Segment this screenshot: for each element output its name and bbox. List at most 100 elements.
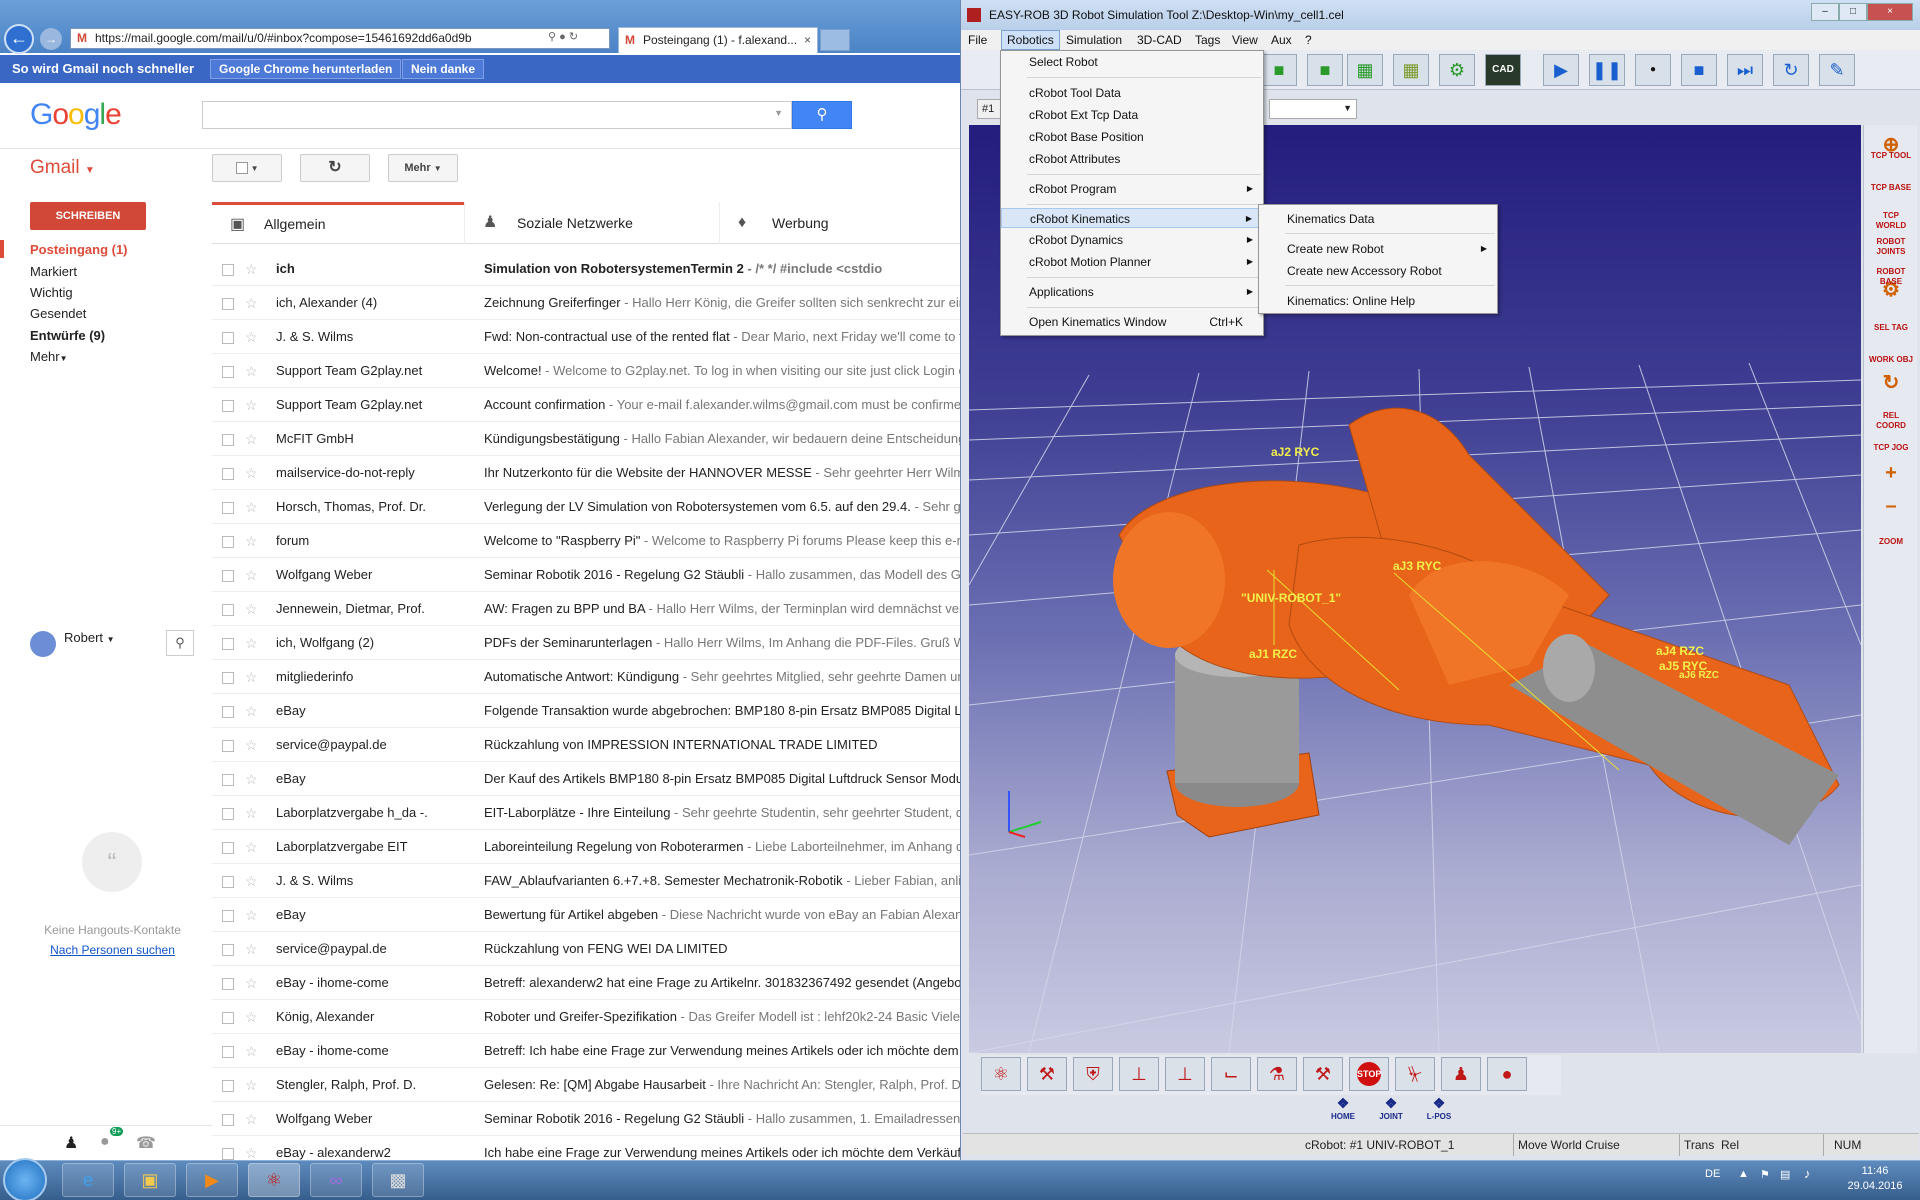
star-icon[interactable]: ☆ — [245, 830, 258, 863]
star-icon[interactable]: ☆ — [245, 966, 258, 999]
forward-button[interactable]: → — [40, 28, 62, 50]
stop-sign-icon[interactable]: STOP — [1349, 1057, 1389, 1091]
compose-button[interactable]: SCHREIBEN — [30, 202, 146, 230]
menu-item-motion-planner[interactable]: cRobot Motion Planner ▶ — [1001, 252, 1263, 272]
table-row[interactable]: ☆ König, Alexander Roboter und Greifer-Spe… — [212, 1000, 960, 1034]
plus-icon[interactable]: + — [1868, 463, 1914, 483]
row-checkbox[interactable] — [222, 672, 234, 684]
row-checkbox[interactable] — [222, 570, 234, 582]
right-panel-button[interactable]: SEL TAG — [1868, 323, 1914, 333]
nav-more[interactable]: Mehr▼ — [30, 349, 68, 364]
table-row[interactable]: ☆ Jennewein, Dietmar, Prof. AW: Fragen zu … — [212, 592, 960, 626]
cad-icon[interactable]: CAD — [1485, 54, 1521, 86]
row-checkbox[interactable] — [222, 706, 234, 718]
star-icon[interactable]: ☆ — [245, 320, 258, 353]
new-tab-button[interactable] — [820, 29, 850, 51]
star-icon[interactable]: ☆ — [245, 388, 258, 421]
robot-arm-icon[interactable]: ⚛ — [981, 1057, 1021, 1091]
star-icon[interactable]: ☆ — [245, 660, 258, 693]
close-tab-icon[interactable]: × — [804, 28, 811, 52]
table-row[interactable]: ☆ eBay Bewertung für Artikel abgeben - Die… — [212, 898, 960, 932]
row-checkbox[interactable] — [222, 1080, 234, 1092]
cube-green-icon[interactable]: ■ — [1261, 54, 1297, 86]
star-icon[interactable]: ☆ — [245, 1000, 258, 1033]
star-icon[interactable]: ☆ — [245, 490, 258, 523]
coord-icon[interactable]: ↻ — [1868, 373, 1914, 393]
nav-important[interactable]: Wichtig — [30, 285, 73, 300]
row-checkbox[interactable] — [222, 400, 234, 412]
table-row[interactable]: ☆ Wolfgang Weber Seminar Robotik 2016 - Re… — [212, 558, 960, 592]
row-checkbox[interactable] — [222, 366, 234, 378]
hangouts-chat-icon[interactable]: ● — [100, 1133, 110, 1151]
start-button[interactable] — [3, 1158, 47, 1200]
tab-primary[interactable]: ▣ Allgemein — [212, 202, 464, 244]
clock[interactable]: 11:46 29.04.2016 — [1840, 1164, 1910, 1194]
robot-icon[interactable]: ⚙ — [1439, 54, 1475, 86]
grid-icon[interactable]: ▦ — [1347, 54, 1383, 86]
row-checkbox[interactable] — [222, 536, 234, 548]
table-row[interactable]: ☆ McFIT GmbH Kündigungsbestätigung - Hallo… — [212, 422, 960, 456]
right-panel-button[interactable]: ROBOT BASE — [1868, 267, 1914, 287]
ie-taskbar-button[interactable]: e — [62, 1163, 114, 1197]
row-checkbox[interactable] — [222, 434, 234, 446]
network-icon[interactable]: ▤ — [1780, 1168, 1790, 1181]
table-row[interactable]: ☆ Support Team G2play.net Welcome! - Welco… — [212, 354, 960, 388]
close-button[interactable]: × — [1867, 3, 1913, 21]
right-panel-button[interactable]: WORK OBJ — [1868, 355, 1914, 365]
row-checkbox[interactable] — [222, 298, 234, 310]
stop-icon[interactable]: ■ — [1681, 54, 1717, 86]
star-icon[interactable]: ☆ — [245, 422, 258, 455]
tcp-move-icon[interactable]: ⊕ — [1868, 135, 1914, 155]
hangouts-user[interactable]: Robert ▼ — [64, 630, 115, 645]
table-row[interactable]: ☆ mailservice-do-not-reply Ihr Nutzerkonto… — [212, 456, 960, 490]
star-icon[interactable]: ☆ — [245, 354, 258, 387]
google-logo[interactable]: Google — [30, 98, 122, 132]
table-row[interactable]: ☆ Horsch, Thomas, Prof. Dr. Verlegung der … — [212, 490, 960, 524]
menu-item-program[interactable]: cRobot Program ▶ — [1001, 179, 1263, 199]
right-panel-button[interactable]: TCP WORLD — [1868, 211, 1914, 231]
row-checkbox[interactable] — [222, 1148, 234, 1160]
axis-icon[interactable]: ⌙ — [1211, 1057, 1251, 1091]
table-row[interactable]: ☆ eBay Folgende Transaktion wurde abgebroc… — [212, 694, 960, 728]
nav-sent[interactable]: Gesendet — [30, 306, 86, 321]
search-icon[interactable]: ⚲ — [548, 31, 556, 43]
right-panel-button[interactable]: TCP JOG — [1868, 443, 1914, 453]
star-icon[interactable]: ☆ — [245, 762, 258, 795]
table-row[interactable]: ☆ J. & S. Wilms Fwd: Non-contractual use o… — [212, 320, 960, 354]
tab-promotions[interactable]: ♦ Werbung — [719, 202, 960, 244]
tool-icon[interactable]: ⚒ — [1303, 1057, 1343, 1091]
table-row[interactable]: ☆ Laborplatzvergabe h_da -. EIT-Laborplätz… — [212, 796, 960, 830]
avatar[interactable] — [30, 631, 56, 657]
browser-tab[interactable]: M Posteingang (1) - f.alexand... × — [618, 27, 818, 53]
frame-icon[interactable]: ⊥ — [1119, 1057, 1159, 1091]
explorer-taskbar-button[interactable]: ▣ — [124, 1163, 176, 1197]
row-checkbox[interactable] — [222, 1012, 234, 1024]
row-checkbox[interactable] — [222, 842, 234, 854]
menu-item-create-accessory[interactable]: Create new Accessory Robot — [1259, 261, 1497, 281]
minus-icon[interactable]: – — [1868, 496, 1914, 516]
menu-item-applications[interactable]: Applications ▶ — [1001, 282, 1263, 302]
row-checkbox[interactable] — [222, 978, 234, 990]
gripper-icon[interactable]: ⚒ — [1027, 1057, 1067, 1091]
maximize-button[interactable]: □ — [1839, 3, 1867, 21]
row-checkbox[interactable] — [222, 1046, 234, 1058]
table-row[interactable]: ☆ service@paypal.de Rückzahlung von IMPRES… — [212, 728, 960, 762]
row-checkbox[interactable] — [222, 808, 234, 820]
star-icon[interactable]: ☆ — [245, 524, 258, 557]
star-icon[interactable]: ☆ — [245, 456, 258, 489]
skip-icon[interactable]: ⏭ — [1727, 54, 1763, 86]
menu-view[interactable]: View — [1227, 30, 1263, 50]
address-bar[interactable]: M https://mail.google.com/mail/u/0/#inbo… — [70, 28, 610, 49]
cube-green-icon[interactable]: ■ — [1307, 54, 1343, 86]
lpos-button[interactable]: ❖ L-POS — [1417, 1095, 1461, 1121]
gmail-menu[interactable]: Gmail ▼ — [30, 157, 95, 179]
phone-icon[interactable]: ☎ — [136, 1133, 156, 1153]
star-icon[interactable]: ☆ — [245, 252, 258, 285]
row-checkbox[interactable] — [222, 944, 234, 956]
right-panel-button[interactable]: TCP BASE — [1868, 183, 1914, 193]
table-row[interactable]: ☆ forum Welcome to "Raspberry Pi" - Welcom… — [212, 524, 960, 558]
star-icon[interactable]: ☆ — [245, 1068, 258, 1101]
row-checkbox[interactable] — [222, 740, 234, 752]
menu-item-open-kinematics[interactable]: Open Kinematics Window Ctrl+K — [1001, 312, 1263, 332]
record-icon[interactable]: ✎ — [1819, 54, 1855, 86]
